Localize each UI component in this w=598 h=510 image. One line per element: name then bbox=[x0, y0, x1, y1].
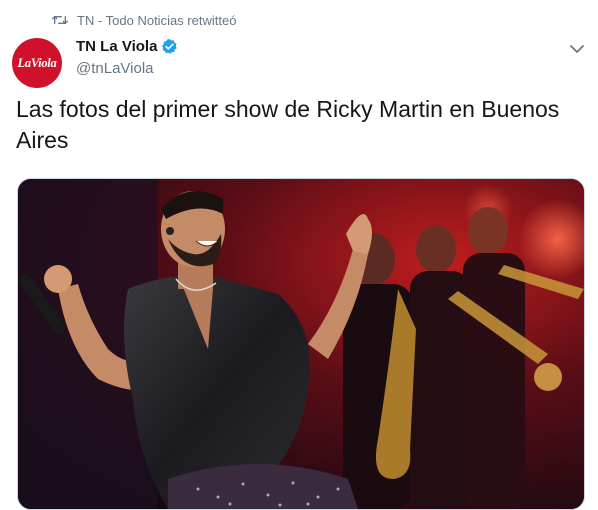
avatar[interactable]: LaViola bbox=[12, 38, 62, 88]
retweet-context[interactable]: TN - Todo Noticias retwitteó bbox=[52, 10, 236, 30]
author-name-row[interactable]: TN La Viola bbox=[76, 38, 178, 55]
verified-badge-icon bbox=[162, 39, 178, 54]
avatar-logo-text: LaViola bbox=[17, 55, 57, 70]
chevron-down-icon[interactable] bbox=[568, 42, 586, 56]
retweet-icon bbox=[52, 16, 68, 25]
retweet-context-text[interactable]: TN - Todo Noticias retwitteó bbox=[77, 13, 236, 28]
tweet-photo[interactable] bbox=[17, 178, 585, 510]
display-name[interactable]: TN La Viola bbox=[76, 38, 157, 55]
tweet-text: Las fotos del primer show de Ricky Marti… bbox=[16, 96, 560, 153]
author-handle[interactable]: @tnLaViola bbox=[76, 60, 154, 77]
concert-photo-illustration bbox=[18, 179, 584, 509]
